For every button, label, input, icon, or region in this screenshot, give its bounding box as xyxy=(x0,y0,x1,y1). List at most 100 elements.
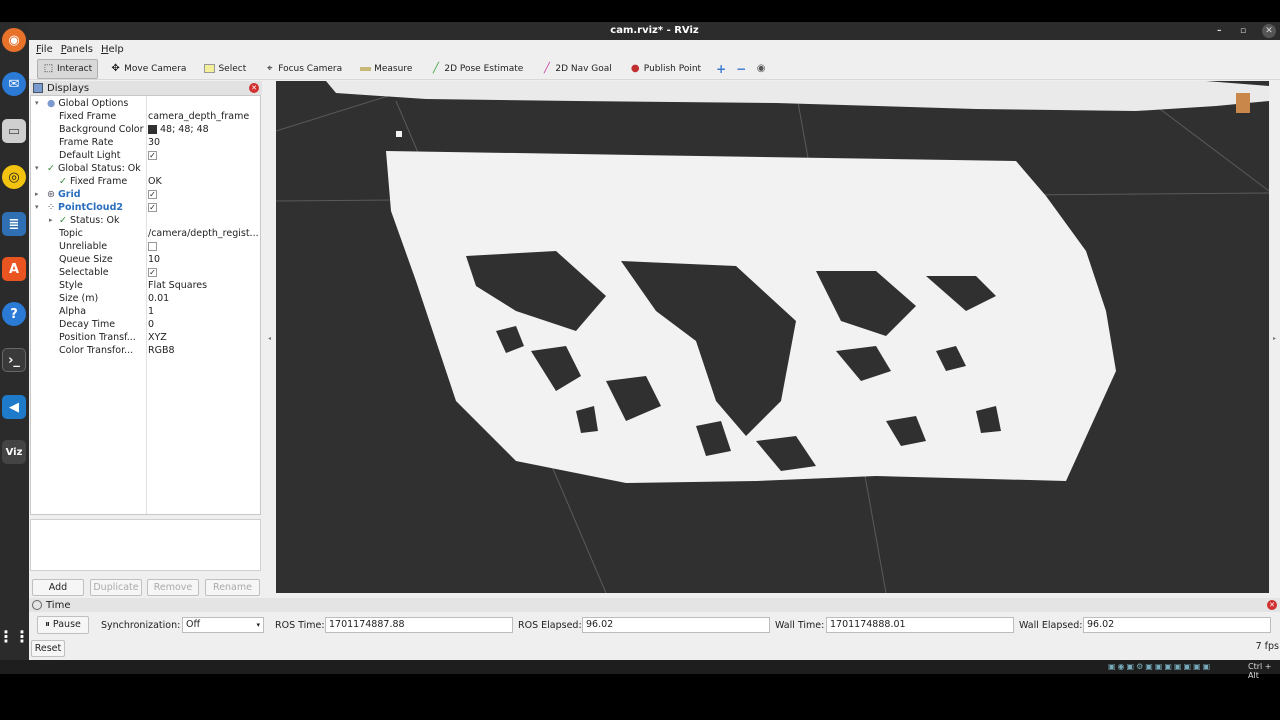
displays-panel-header: Displays ✕ xyxy=(30,81,262,95)
crosshair-icon: ⌖ xyxy=(266,63,273,74)
minimize-button[interactable]: – xyxy=(1217,22,1222,40)
tool-bar: ⬚ Interact ✥ Move Camera Select ⌖ Focus Cam… xyxy=(29,58,1280,80)
move-camera-tool-button[interactable]: ✥ Move Camera xyxy=(104,59,192,79)
3d-viewport[interactable] xyxy=(276,81,1269,593)
tree-row-unreliable[interactable]: Unreliable xyxy=(31,240,260,253)
pointcloud-render xyxy=(276,81,1269,593)
menu-bar: File Panels Help xyxy=(29,40,1280,58)
pose-estimate-tool-button[interactable]: ╱ 2D Pose Estimate xyxy=(424,59,529,79)
interact-tool-button[interactable]: ⬚ Interact xyxy=(37,58,99,79)
close-panel-icon[interactable]: ✕ xyxy=(249,83,259,93)
status-ok-icon: ✓ xyxy=(59,176,67,187)
pointcloud-icon: ⁘ xyxy=(47,202,55,213)
remove-display-button[interactable]: Remove xyxy=(147,579,199,596)
vscode-icon[interactable]: ◀ xyxy=(2,395,26,419)
restore-button[interactable]: ▫ xyxy=(1240,22,1246,40)
map-pin-icon: ● xyxy=(630,63,640,74)
status-ok-icon: ✓ xyxy=(59,215,67,226)
tree-row-size[interactable]: Size (m) 0.01 xyxy=(31,292,260,305)
help-icon[interactable]: ? xyxy=(2,302,26,326)
tree-row-global-status[interactable]: ▾ ✓ Global Status: Ok xyxy=(31,162,260,175)
tree-row-queue-size[interactable]: Queue Size 10 xyxy=(31,253,260,266)
close-time-panel-icon[interactable]: ✕ xyxy=(1267,600,1277,610)
software-icon[interactable]: A xyxy=(2,257,26,281)
purple-arrow-icon: ╱ xyxy=(543,63,550,74)
rhythmbox-icon[interactable]: ◎ xyxy=(2,165,26,189)
menu-panels[interactable]: Panels xyxy=(61,44,93,55)
pause-button[interactable]: ⏸ Pause xyxy=(37,616,89,634)
ros-time-field[interactable]: 1701174887.88 xyxy=(325,617,513,633)
move-icon: ✥ xyxy=(111,63,120,74)
select-tool-button[interactable]: Select xyxy=(198,59,252,79)
wall-time-field[interactable]: 1701174888.01 xyxy=(826,617,1014,633)
tree-row-position-transformer[interactable]: Position Transf... XYZ xyxy=(31,331,260,344)
menu-help[interactable]: Help xyxy=(101,44,124,55)
displays-tree: ▾ ● Global Options Fixed Frame camera_dept… xyxy=(30,95,261,515)
fps-readout: 7 fps xyxy=(1255,641,1279,652)
publish-point-tool-button[interactable]: ● Publish Point xyxy=(624,59,707,79)
tree-row-grid[interactable]: ▸ ⊛ Grid ✓ xyxy=(31,188,260,201)
ruler-icon xyxy=(360,66,372,71)
chevron-down-icon: ▾ xyxy=(256,621,260,629)
tree-row-fixed-frame[interactable]: Fixed Frame camera_depth_frame xyxy=(31,110,260,123)
monitor-icon xyxy=(33,83,43,93)
default-light-checkbox[interactable]: ✓ xyxy=(148,151,157,160)
sync-select[interactable]: Off ▾ xyxy=(182,617,264,633)
tree-row-pointcloud-status[interactable]: ▸ ✓ Status: Ok xyxy=(31,214,260,227)
menu-file[interactable]: File xyxy=(36,44,53,55)
unreliable-checkbox[interactable] xyxy=(148,242,157,251)
sync-label: Synchronization: xyxy=(101,620,181,631)
writer-icon[interactable]: ≣ xyxy=(2,212,26,236)
left-splitter-handle[interactable]: ◂ xyxy=(264,81,275,596)
duplicate-display-button[interactable]: Duplicate xyxy=(90,579,142,596)
tree-row-global-options[interactable]: ▾ ● Global Options xyxy=(31,97,260,110)
rename-display-button[interactable]: Rename xyxy=(205,579,260,596)
selectable-checkbox[interactable]: ✓ xyxy=(148,268,157,277)
tree-row-fixed-frame-status[interactable]: ✓ Fixed Frame OK xyxy=(31,175,260,188)
remove-tool-button[interactable]: − xyxy=(733,61,749,77)
color-swatch xyxy=(148,125,157,134)
reset-button[interactable]: Reset xyxy=(31,640,65,657)
thunderbird-icon[interactable]: ✉ xyxy=(2,72,26,96)
add-display-button[interactable]: Add xyxy=(32,579,84,596)
tree-row-background-color[interactable]: Background Color 48; 48; 48 xyxy=(31,123,260,136)
window-title: cam.rviz* - RViz xyxy=(610,25,699,36)
grid-checkbox[interactable]: ✓ xyxy=(148,190,157,199)
ros-time-label: ROS Time: xyxy=(275,620,325,631)
ros-elapsed-field[interactable]: 96.02 xyxy=(582,617,770,633)
tree-row-selectable[interactable]: Selectable ✓ xyxy=(31,266,260,279)
displays-buttons: Add Duplicate Remove Rename xyxy=(30,579,262,597)
files-icon[interactable]: ▭ xyxy=(2,119,26,143)
tree-row-color-transformer[interactable]: Color Transfor... RGB8 xyxy=(31,344,260,357)
tree-row-frame-rate[interactable]: Frame Rate 30 xyxy=(31,136,260,149)
terminal-icon[interactable]: ›_ xyxy=(2,348,26,372)
add-tool-button[interactable]: + xyxy=(713,61,729,77)
nav-goal-tool-button[interactable]: ╱ 2D Nav Goal xyxy=(535,59,617,79)
right-splitter-handle[interactable]: ▸ xyxy=(1269,81,1280,596)
measure-tool-button[interactable]: Measure xyxy=(354,59,418,79)
system-tray: ▣◉▣⚙▣▣▣▣▣▣▣ Ctrl + Alt xyxy=(0,660,1280,680)
app-dock: ◉ ✉ ▭ ◎ ≣ A ? ›_ ◀ Viz ⋮⋮ xyxy=(0,22,30,660)
wall-elapsed-label: Wall Elapsed: xyxy=(1019,620,1083,631)
focus-camera-tool-button[interactable]: ⌖ Focus Camera xyxy=(258,59,348,79)
tray-icons: ▣◉▣⚙▣▣▣▣▣▣▣ xyxy=(1108,662,1213,671)
tree-row-decay-time[interactable]: Decay Time 0 xyxy=(31,318,260,331)
displays-title: Displays xyxy=(47,82,90,94)
bottom-row: Reset 7 fps xyxy=(29,639,1280,659)
tree-row-style[interactable]: Style Flat Squares xyxy=(31,279,260,292)
tree-row-pointcloud2[interactable]: ▾ ⁘ PointCloud2 ✓ xyxy=(31,201,260,214)
tree-row-topic[interactable]: Topic/camera/depth_regist... xyxy=(31,227,260,240)
close-button[interactable]: ✕ xyxy=(1262,24,1276,38)
ros-elapsed-label: ROS Elapsed: xyxy=(518,620,582,631)
show-apps-icon[interactable]: ⋮⋮ xyxy=(0,624,30,648)
camera-type-button[interactable]: ◉ xyxy=(753,61,769,77)
pointcloud-checkbox[interactable]: ✓ xyxy=(148,203,157,212)
tree-row-alpha[interactable]: Alpha 1 xyxy=(31,305,260,318)
rviz-icon[interactable]: Viz xyxy=(2,440,26,464)
firefox-icon[interactable]: ◉ xyxy=(2,28,26,52)
green-arrow-icon: ╱ xyxy=(432,63,439,74)
clock-icon xyxy=(32,600,42,610)
wall-elapsed-field[interactable]: 96.02 xyxy=(1083,617,1271,633)
globe-icon: ● xyxy=(47,98,56,109)
tree-row-default-light[interactable]: Default Light ✓ xyxy=(31,149,260,162)
